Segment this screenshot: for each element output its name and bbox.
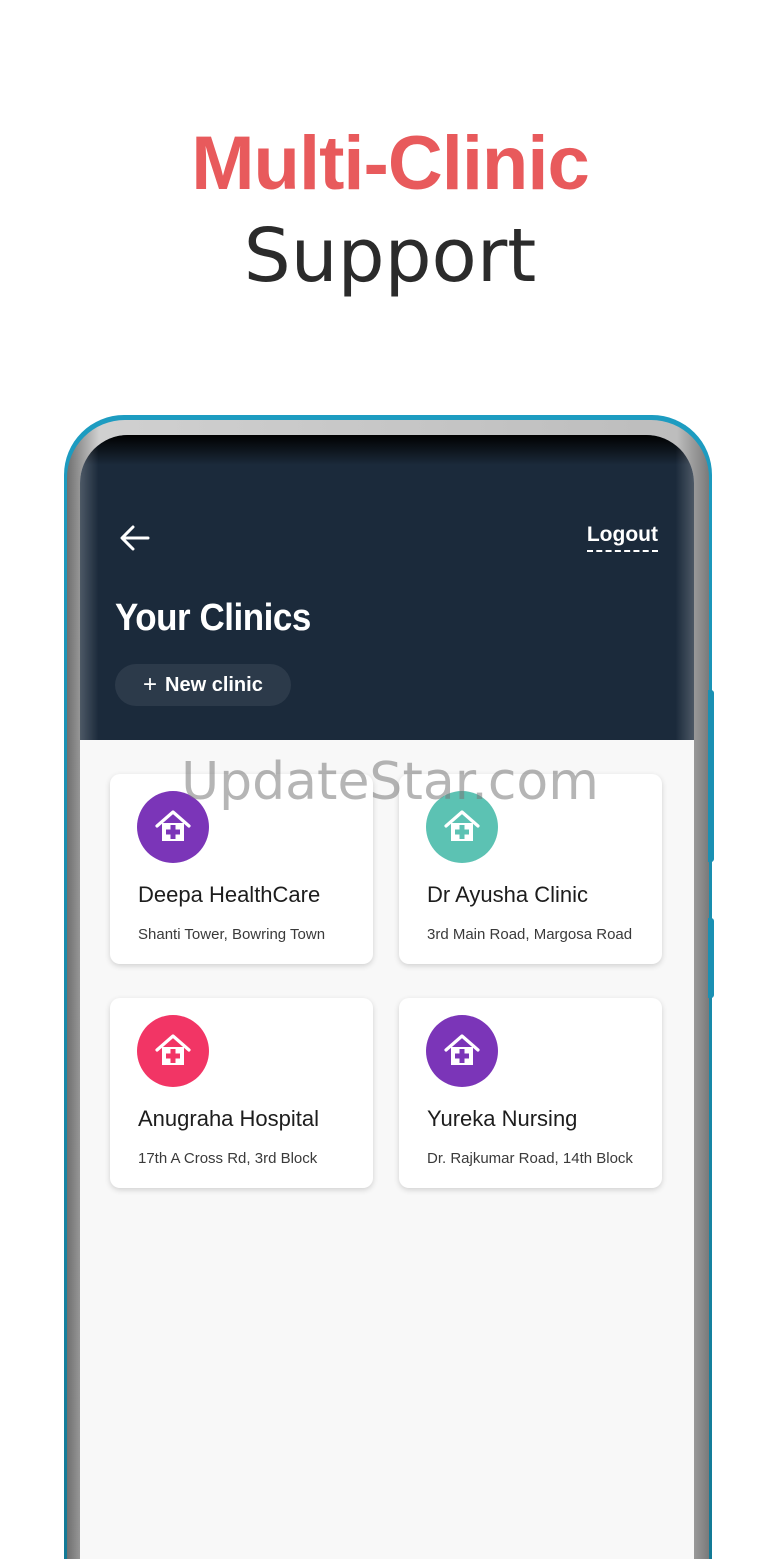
clinic-name: Anugraha Hospital — [138, 1106, 320, 1131]
headline-line1: Multi-Clinic — [191, 121, 590, 206]
clinic-card[interactable]: Yureka Nursing Dr. Rajkumar Road, 14th B… — [399, 998, 662, 1188]
clinic-house-icon — [137, 1015, 209, 1087]
promo-headline: Multi-Clinic Support — [0, 118, 780, 302]
clinic-name: Yureka Nursing — [427, 1106, 578, 1131]
clinic-card[interactable]: Anugraha Hospital 17th A Cross Rd, 3rd B… — [110, 998, 373, 1188]
back-arrow-icon[interactable] — [118, 521, 152, 555]
clinic-address: 17th A Cross Rd, 3rd Block — [138, 1150, 318, 1167]
page-title: Your Clinics — [115, 597, 311, 639]
clinic-name: Dr Ayusha Clinic — [427, 882, 588, 907]
new-clinic-label: New clinic — [165, 673, 263, 696]
headline-line2: Support — [243, 213, 537, 299]
app-header: Logout Your Clinics + New clinic — [80, 435, 694, 740]
logout-link[interactable]: Logout — [586, 523, 658, 552]
new-clinic-button[interactable]: + New clinic — [115, 664, 291, 706]
phone-screen: Logout Your Clinics + New clinic Deepa H… — [80, 435, 694, 1559]
watermark-text: UpdateStar.com — [181, 752, 599, 812]
clinic-address: 3rd Main Road, Margosa Road — [427, 926, 633, 943]
phone-power-button — [708, 918, 714, 998]
clinic-address: Dr. Rajkumar Road, 14th Block — [427, 1150, 633, 1167]
plus-icon: + — [143, 671, 158, 698]
clinic-house-icon — [426, 1015, 498, 1087]
clinic-name: Deepa HealthCare — [138, 882, 321, 907]
clinic-address: Shanti Tower, Bowring Town — [138, 926, 326, 943]
